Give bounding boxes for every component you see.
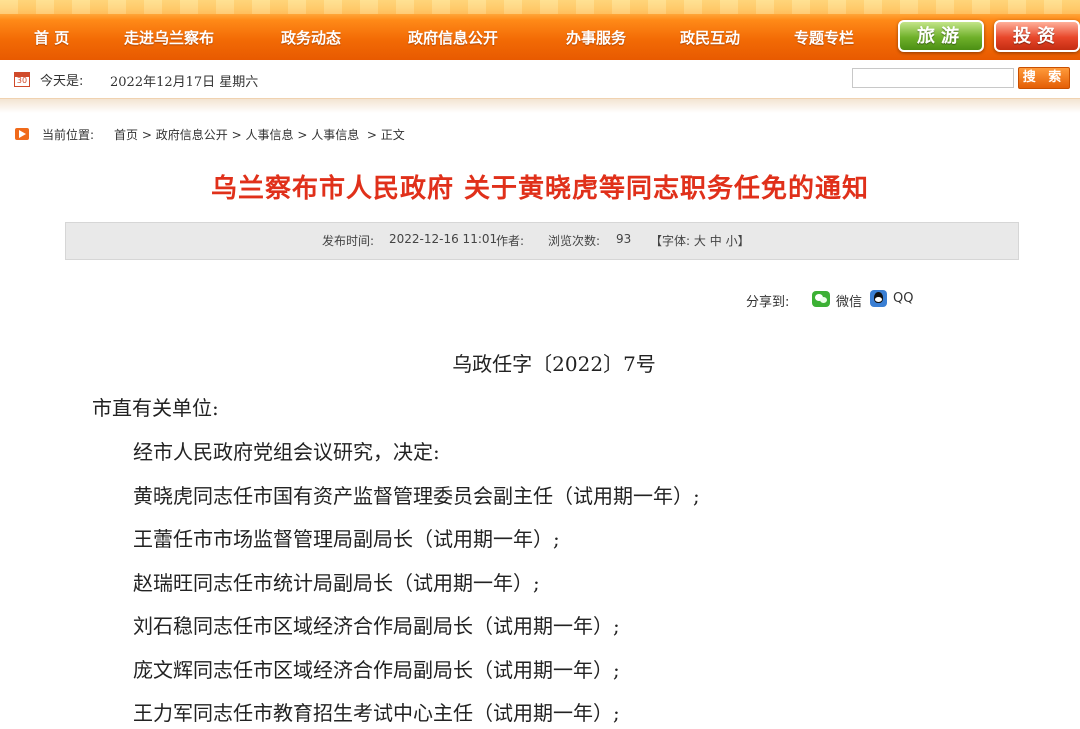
font-size-medium[interactable]: 中	[710, 234, 722, 248]
nav-item-government-news[interactable]: 政务动态	[281, 28, 341, 48]
search-button[interactable]: 搜 索	[1018, 67, 1070, 89]
body-paragraph: 王蕾任市市场监督管理局副局长（试用期一年）;	[133, 527, 560, 551]
body-paragraph: 赵瑞旺同志任市统计局副局长（试用期一年）;	[133, 571, 540, 595]
document-number: 乌政任字〔2022〕7号	[452, 352, 656, 376]
today-date: 2022年12月17日 星期六	[110, 75, 259, 90]
nav-item-special-topics[interactable]: 专题专栏	[794, 28, 854, 48]
body-paragraph: 王力军同志任市教育招生考试中心主任（试用期一年）;	[133, 701, 620, 725]
nav-item-services[interactable]: 办事服务	[566, 28, 626, 48]
nav-item-about-city[interactable]: 走进乌兰察布	[124, 28, 214, 48]
breadcrumb-home[interactable]: 首页	[114, 128, 138, 142]
article-title: 乌兰察布市人民政府 关于黄晓虎等同志职务任免的通知	[210, 174, 870, 204]
nav-item-home[interactable]: 首 页	[34, 28, 69, 48]
body-paragraph: 经市人民政府党组会议研究，决定:	[133, 440, 440, 464]
tourism-button[interactable]: 旅游	[898, 20, 984, 52]
wechat-icon[interactable]	[812, 291, 830, 307]
body-paragraph: 庞文辉同志任市区域经济合作局副局长（试用期一年）;	[133, 658, 620, 682]
font-size-large[interactable]: 大	[694, 234, 706, 248]
author-label: 作者:	[496, 234, 525, 248]
nav-item-info-disclosure[interactable]: 政府信息公开	[408, 28, 498, 48]
publish-time: 2022-12-16 11:01	[389, 232, 498, 246]
header-divider	[0, 99, 1080, 113]
breadcrumb-personnel-info[interactable]: 人事信息	[245, 128, 293, 142]
play-arrow-icon	[15, 128, 29, 140]
breadcrumb-current: 正文	[380, 128, 405, 142]
body-paragraph: 刘石稳同志任市区域经济合作局副局长（试用期一年）;	[133, 614, 620, 638]
breadcrumb-personnel-info-2[interactable]: 人事信息	[311, 128, 359, 142]
views-label: 浏览次数:	[548, 234, 601, 248]
qq-icon[interactable]	[870, 290, 887, 307]
salutation: 市直有关单位:	[92, 396, 219, 420]
breadcrumb-info-disclosure[interactable]: 政府信息公开	[156, 128, 228, 142]
invest-button[interactable]: 投资	[994, 20, 1080, 52]
today-label: 今天是:	[40, 74, 84, 89]
nav-item-interaction[interactable]: 政民互动	[680, 28, 740, 48]
share-label: 分享到:	[746, 295, 790, 310]
breadcrumb: 首页 > 政府信息公开 > 人事信息 > 人事信息 > 正文	[114, 128, 405, 142]
publish-time-label: 发布时间:	[322, 234, 375, 248]
views-count: 93	[616, 232, 632, 246]
font-size-control: 【字体: 大 中 小】	[650, 234, 750, 248]
share-wechat[interactable]: 微信	[836, 291, 862, 310]
article-meta-bar	[65, 222, 1019, 260]
search-input[interactable]	[852, 68, 1014, 88]
share-qq[interactable]: QQ	[893, 291, 913, 306]
body-paragraph: 黄晓虎同志任市国有资产监督管理委员会副主任（试用期一年）;	[133, 484, 700, 508]
breadcrumb-label: 当前位置:	[42, 128, 95, 142]
calendar-icon: 30	[14, 72, 30, 87]
font-size-small[interactable]: 小	[726, 234, 738, 248]
